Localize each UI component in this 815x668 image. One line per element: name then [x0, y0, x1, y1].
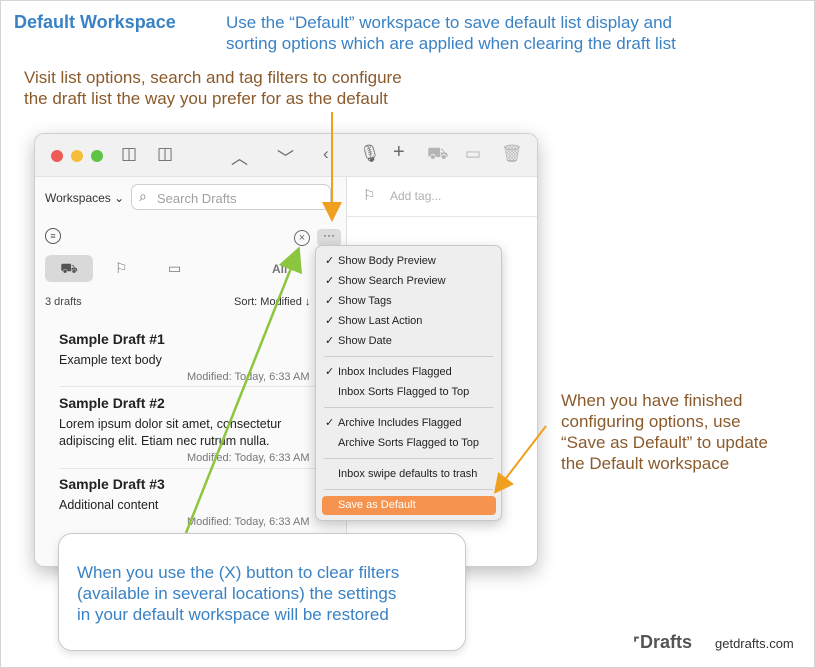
brand-name: Drafts [640, 632, 693, 652]
callout-box: When you use the (X) button to clear fil… [58, 533, 466, 651]
brand-url: getdrafts.com [715, 636, 794, 651]
arrow-to-clear-button [184, 246, 303, 534]
callout-text: When you use the (X) button to clear fil… [77, 562, 457, 625]
drafts-logo-icon: ⌜ [633, 635, 641, 652]
callout-line: When you use the (X) button to clear fil… [77, 563, 400, 582]
arrow-to-save-default [493, 425, 547, 494]
drafts-logo: ⌜Drafts [633, 632, 692, 653]
callout-line: in your default workspace will be restor… [77, 605, 389, 624]
callout-line: (available in several locations) the set… [77, 584, 397, 603]
